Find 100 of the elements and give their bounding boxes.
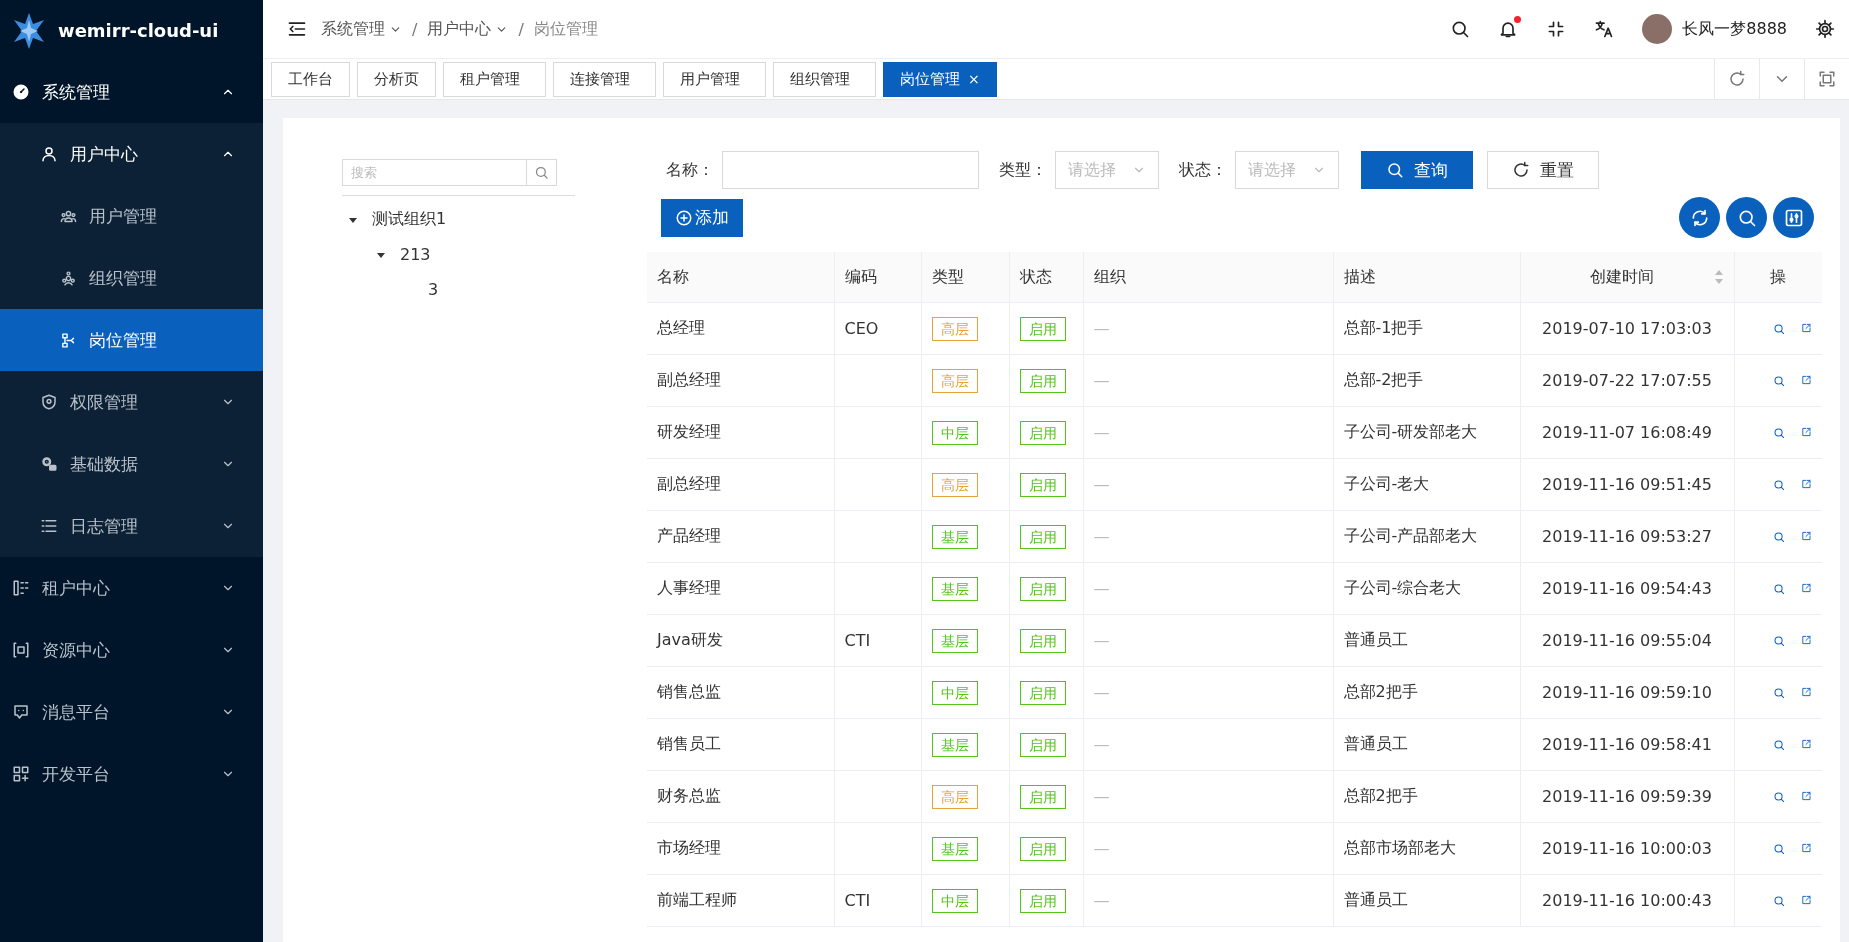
apps-icon <box>12 765 30 783</box>
table-cell: 2019-11-16 09:53:27 <box>1520 510 1734 563</box>
menu-item[interactable]: 用户管理 <box>0 185 263 247</box>
column-header: 描述 <box>1333 252 1520 303</box>
flow-icon <box>60 331 77 349</box>
table-cell: 2019-11-16 09:55:04 <box>1520 614 1734 667</box>
user-name[interactable]: 长风一梦8888 <box>1682 18 1787 40</box>
tag: 启用 <box>1019 524 1066 549</box>
menu-item[interactable]: 组织管理 <box>0 247 263 309</box>
search-button[interactable] <box>1726 197 1767 238</box>
add-button[interactable]: 添加 <box>661 198 743 237</box>
menu-item[interactable]: 开发平台 <box>0 743 263 805</box>
table-cell: 总部-2把手 <box>1333 354 1520 407</box>
table-cell: 普通员工 <box>1333 614 1520 667</box>
table-cell: 研发经理 <box>647 406 834 459</box>
tab[interactable]: 岗位管理 × <box>883 61 997 97</box>
breadcrumb-link[interactable]: 系统管理 <box>321 18 385 40</box>
query-button[interactable]: 查询 <box>1361 151 1473 189</box>
table-cell: — <box>1083 406 1333 459</box>
tab[interactable]: 组织管理 <box>773 61 876 97</box>
table-cell: — <box>1083 614 1333 667</box>
column-header: 操 <box>1734 252 1822 303</box>
table-cell: CTI <box>834 614 921 667</box>
tab[interactable]: 分析页 <box>357 61 436 97</box>
tag: 中层 <box>931 420 978 445</box>
column-header: 类型 <box>921 252 1009 303</box>
bracket-square-icon <box>12 641 30 659</box>
menu-item[interactable]: 系统管理 <box>0 61 263 123</box>
expand-icon <box>1818 70 1836 88</box>
tag: 启用 <box>1019 784 1066 809</box>
table-cell: — <box>1083 354 1333 407</box>
reload-icon <box>1728 70 1746 88</box>
tab[interactable]: 连接管理 <box>553 61 656 97</box>
tag: 启用 <box>1019 836 1066 861</box>
table-cell: CTI <box>834 874 921 927</box>
close-tab-button[interactable]: × <box>968 71 980 87</box>
tag: 高层 <box>931 368 978 393</box>
table-cell: 产品经理 <box>647 510 834 563</box>
star-logo-icon <box>12 11 46 50</box>
search-button[interactable] <box>527 159 557 186</box>
tab[interactable]: 租户管理 <box>443 61 546 97</box>
menu-item[interactable]: 权限管理 <box>0 371 263 433</box>
table-cell: 总部2把手 <box>1333 666 1520 719</box>
table-cell: 副总经理 <box>647 458 834 511</box>
table-cell: 总经理 <box>647 302 834 355</box>
menu-fold-icon[interactable] <box>287 19 307 39</box>
menu-item[interactable]: 基础数据 <box>0 433 263 495</box>
reload-icon <box>1512 161 1530 179</box>
tab[interactable]: 用户管理 <box>663 61 766 97</box>
table-cell: 子公司-产品部老大 <box>1333 510 1520 563</box>
menu-item[interactable]: 日志管理 <box>0 495 263 557</box>
tree-node[interactable]: 3 <box>428 280 439 299</box>
tree-node[interactable]: 测试组织1 <box>372 209 447 230</box>
table-cell: 2019-07-10 17:03:03 <box>1520 302 1734 355</box>
sliders-icon <box>1783 207 1804 228</box>
tag: 基层 <box>931 576 978 601</box>
tag: 启用 <box>1019 680 1066 705</box>
breadcrumb-link[interactable]: 用户中心 <box>427 18 492 40</box>
table-cell: — <box>1083 770 1333 823</box>
menu-item[interactable]: 用户中心 <box>0 123 263 185</box>
column-header: 组织 <box>1083 252 1333 303</box>
gauge-icon <box>12 83 30 101</box>
search-icon[interactable] <box>1450 19 1471 39</box>
table-cell: CEO <box>834 302 921 355</box>
table-cell: — <box>1083 874 1333 927</box>
translate-icon[interactable] <box>1594 19 1615 39</box>
breadcrumb-link[interactable]: 岗位管理 <box>533 18 598 40</box>
table-cell: 总部-1把手 <box>1333 302 1520 355</box>
menu-item[interactable]: 租户中心 <box>0 557 263 619</box>
table-cell: 子公司-研发部老大 <box>1333 406 1520 459</box>
table-cell: 前端工程师 <box>647 874 834 927</box>
search-field[interactable]: 搜索 <box>342 159 527 186</box>
server-icon <box>12 579 30 597</box>
column-header[interactable]: 创建时间 <box>1520 252 1734 303</box>
filter-label: 名称： <box>666 159 714 181</box>
reset-button[interactable]: 重置 <box>1487 151 1599 189</box>
menu-item[interactable]: 资源中心 <box>0 619 263 681</box>
tag: 中层 <box>931 680 978 705</box>
filter-label: 状态： <box>1179 159 1227 181</box>
table-cell: 2019-11-16 09:59:39 <box>1520 770 1734 823</box>
tree-node[interactable]: 213 <box>400 245 431 264</box>
tag: 中层 <box>931 888 978 913</box>
table-cell: 副总经理 <box>647 354 834 407</box>
breadcrumb-separator: / <box>412 19 418 39</box>
tag: 高层 <box>931 316 978 341</box>
shield-icon <box>40 393 58 411</box>
refresh-button[interactable] <box>1679 197 1720 238</box>
columns-button[interactable] <box>1773 197 1814 238</box>
list-icon <box>40 517 58 535</box>
menu-item[interactable]: 消息平台 <box>0 681 263 743</box>
table-cell: 销售总监 <box>647 666 834 719</box>
name-input-field[interactable] <box>722 151 979 189</box>
settings-icon[interactable] <box>1815 19 1835 39</box>
menu-item[interactable]: 岗位管理 <box>0 309 263 371</box>
tab[interactable]: 工作台 <box>271 61 350 97</box>
app-title: wemirr-cloud-ui <box>58 20 219 41</box>
plus-circle-icon <box>675 208 693 227</box>
avatar[interactable] <box>1642 14 1673 44</box>
tag: 基层 <box>931 628 978 653</box>
tag: 启用 <box>1019 576 1066 601</box>
